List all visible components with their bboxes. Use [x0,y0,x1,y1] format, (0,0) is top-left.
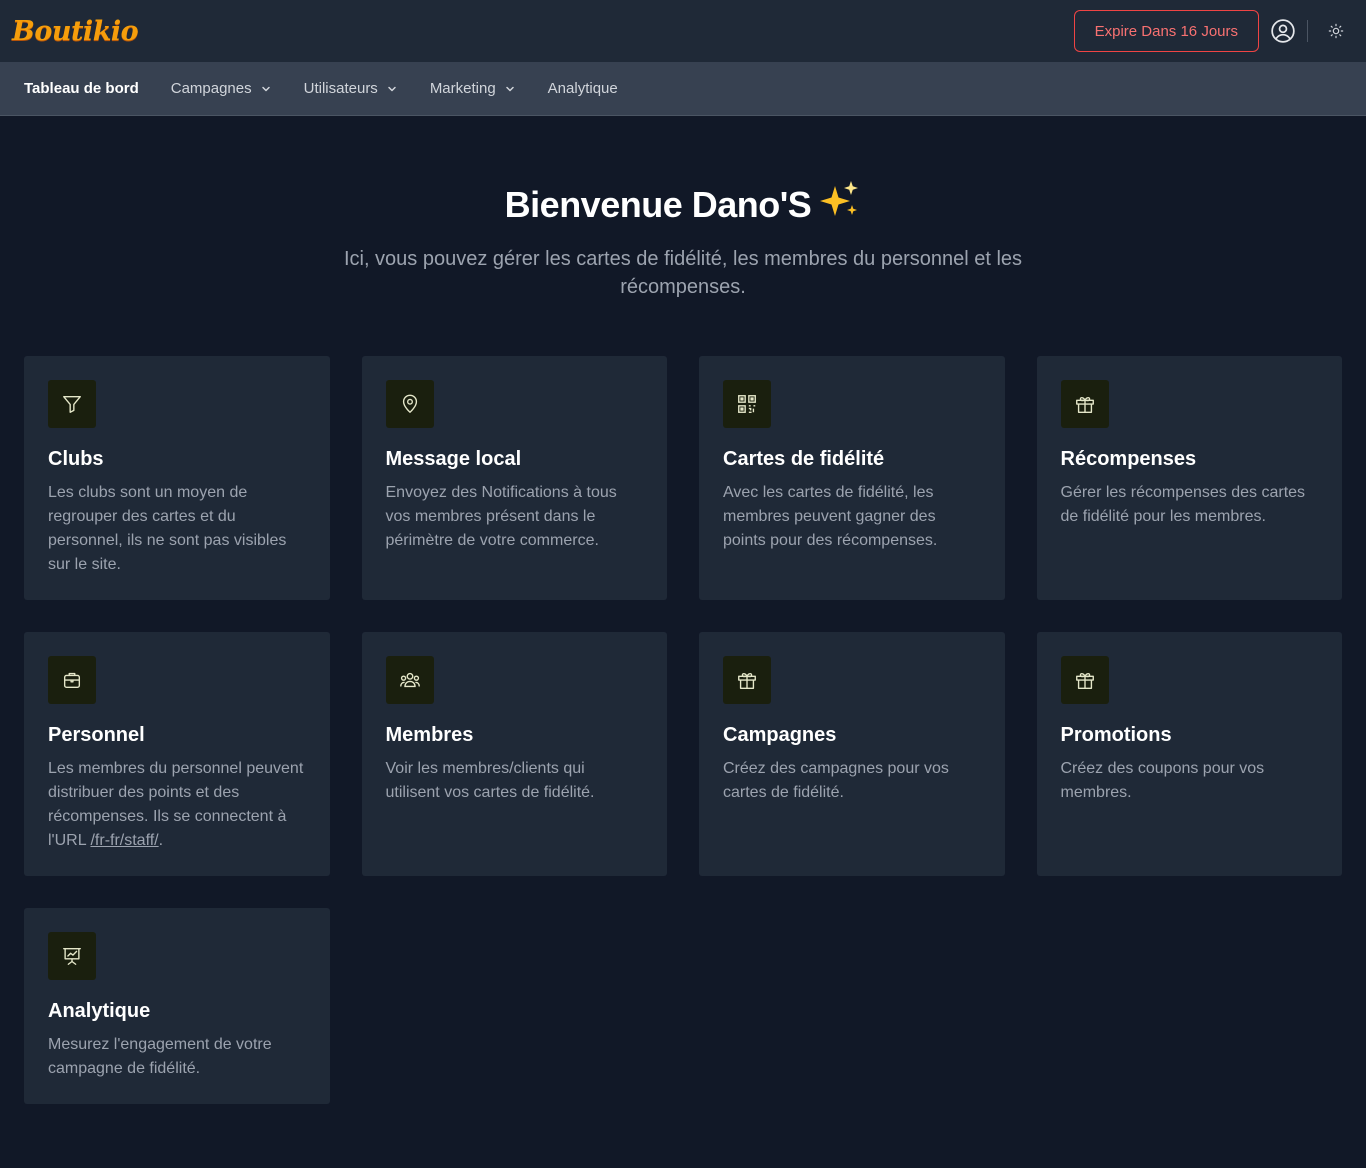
nav-item-label: Campagnes [170,80,252,97]
card-description: Mesurez l'engagement de votre campagne d… [48,1036,272,1077]
card-members[interactable]: Membres Voir les membres/clients qui uti… [361,632,667,876]
main-nav: Tableau de bord Campagnes Utilisateurs M… [0,62,1366,116]
card-promotions[interactable]: Promotions Créez des coupons pour vos me… [1036,632,1342,876]
card-title: Analytique [48,1000,151,1022]
map-pin-icon [385,380,434,428]
page-title-text: Bienvenue Dano'S [504,183,812,225]
nav-item-analytics[interactable]: Analytique [548,80,618,97]
card-description: Avec les cartes de fidélité, les membres… [723,484,938,549]
card-campaigns[interactable]: Campagnes Créez des campagnes pour vos c… [699,632,1005,876]
card-description: Créez des campagnes pour vos cartes de f… [723,760,949,801]
card-analytics[interactable]: Analytique Mesurez l'engagement de votre… [24,908,330,1104]
nav-item-label: Tableau de bord [24,80,139,97]
nav-item-label: Marketing [429,80,496,97]
card-title: Récompenses [1060,448,1197,470]
card-title: Cartes de fidélité [723,448,885,470]
topbar-actions: Expire Dans 16 Jours [1073,10,1354,52]
card-loyalty-cards[interactable]: Cartes de fidélité Avec les cartes de fi… [699,356,1005,600]
sparkles-icon [819,180,861,229]
card-title: Message local [385,448,522,470]
funnel-icon [48,380,96,428]
gift-icon [723,656,771,704]
gift-icon [1060,380,1109,428]
staff-url-link[interactable]: /fr-fr/staff/ [90,832,158,849]
nav-item-campaigns[interactable]: Campagnes [171,80,272,97]
page-subtitle: Ici, vous pouvez gérer les cartes de fid… [343,248,1023,298]
nav-item-label: Analytique [547,80,618,97]
gift-icon [1060,656,1109,704]
card-clubs[interactable]: Clubs Les clubs sont un moyen de regroup… [24,356,330,600]
nav-item-users[interactable]: Utilisateurs [304,80,398,97]
card-local-message[interactable]: Message local Envoyez des Notifications … [361,356,667,600]
expire-button[interactable]: Expire Dans 16 Jours [1073,10,1259,52]
theme-toggle-button[interactable] [1318,13,1354,49]
card-rewards[interactable]: Récompenses Gérer les récompenses des ca… [1036,356,1342,600]
welcome-section: Bienvenue Dano'S Ici, vous pouvez gérer … [0,116,1366,301]
feature-grid: Clubs Les clubs sont un moyen de regroup… [24,356,1342,1104]
chevron-down-icon [505,86,514,91]
card-title: Promotions [1060,724,1172,746]
chevron-down-icon [388,86,396,91]
user-account-button[interactable] [1265,13,1301,49]
sun-icon [1328,23,1344,39]
nav-item-dashboard[interactable]: Tableau de bord [24,80,139,97]
page-title: Bienvenue Dano'S [505,180,862,229]
brand-logo[interactable]: Boutikio [12,16,139,47]
nav-item-label: Utilisateurs [303,80,378,97]
card-title: Clubs [48,448,104,470]
nav-item-marketing[interactable]: Marketing [430,80,516,97]
card-description: Créez des coupons pour vos membres. [1060,760,1265,801]
card-description-text: Les membres du personnel peuvent distrib… [48,760,304,849]
card-description: Gérer les récompenses des cartes de fidé… [1060,484,1306,525]
card-staff[interactable]: Personnel Les membres du personnel peuve… [24,632,330,876]
user-circle-icon [1271,19,1295,43]
chevron-down-icon [261,86,270,91]
card-description: Les membres du personnel peuvent distrib… [48,757,306,853]
card-description: Les clubs sont un moyen de regrouper des… [48,484,287,573]
top-bar: Boutikio Expire Dans 16 Jours [0,0,1366,62]
card-description: Envoyez des Notifications à tous vos mem… [385,484,617,549]
presentation-chart-icon [48,932,96,980]
card-title: Membres [385,724,474,746]
qr-code-icon [723,380,771,428]
card-title: Personnel [48,724,145,746]
header-divider [1307,20,1308,42]
briefcase-icon [48,656,96,704]
card-description: Voir les membres/clients qui utilisent v… [385,760,595,801]
card-description-end: . [158,832,164,849]
card-title: Campagnes [723,724,837,746]
users-icon [385,656,434,704]
